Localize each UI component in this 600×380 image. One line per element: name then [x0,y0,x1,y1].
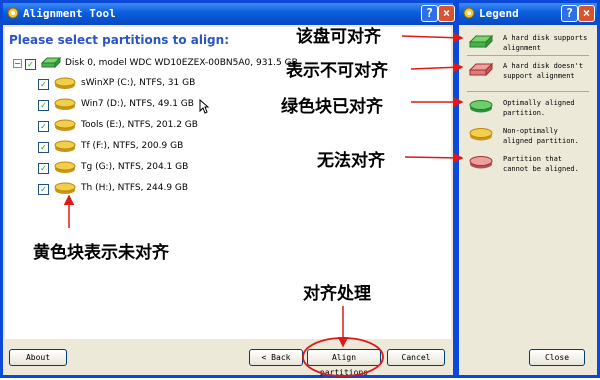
arrow-cannot-align [404,152,464,164]
arrow-disk-cannot-align [410,62,464,73]
annotation-arrows [63,32,464,377]
arrow-disk-can-align [401,32,464,43]
